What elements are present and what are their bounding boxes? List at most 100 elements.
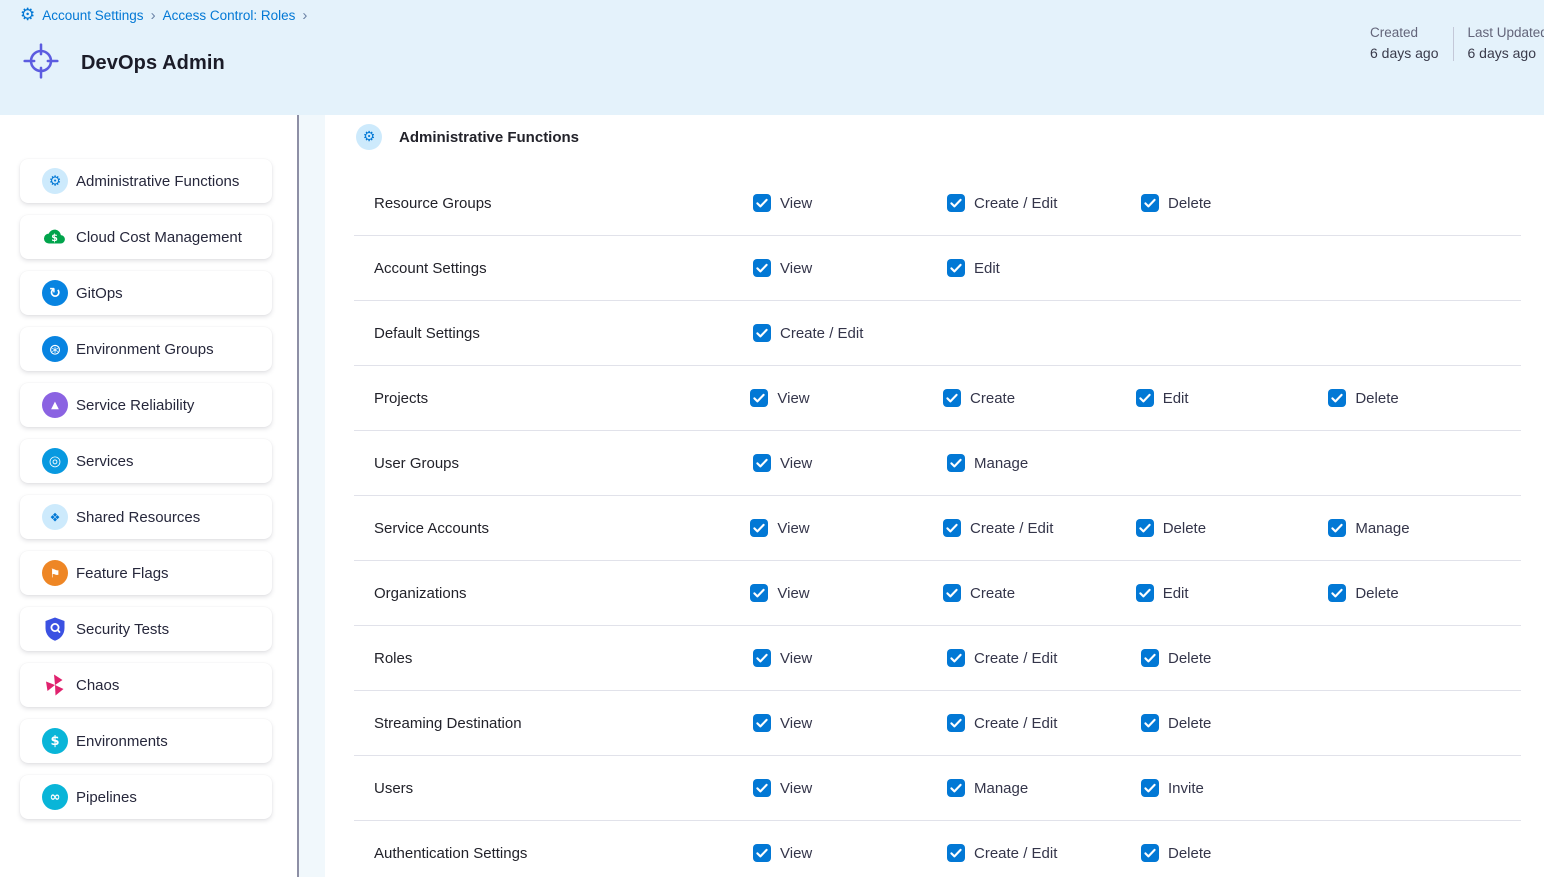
sidebar-item-service-reliability[interactable]: ▲ Service Reliability <box>20 383 272 427</box>
svg-text:⊛: ⊛ <box>49 341 62 359</box>
checkbox-user-groups-view[interactable] <box>753 454 771 472</box>
permissions-table: Resource Groups View Create / Edit Delet… <box>354 171 1521 877</box>
svg-text:▲: ▲ <box>51 400 59 411</box>
services-icon: ◎ <box>42 448 68 474</box>
checkbox-account-settings-view[interactable] <box>753 259 771 277</box>
checkbox-resource-groups-delete[interactable] <box>1141 194 1159 212</box>
permission-label: View <box>777 390 809 407</box>
checkbox-authentication-settings-view[interactable] <box>753 844 771 862</box>
permission-label: Delete <box>1168 650 1211 667</box>
svg-text:⚙: ⚙ <box>49 174 62 190</box>
permission-label: Edit <box>1163 390 1189 407</box>
permission-row-user-groups: User Groups View Manage <box>354 431 1521 496</box>
resource-name: Account Settings <box>354 260 753 277</box>
permission-label: Create / Edit <box>974 715 1057 732</box>
checkbox-organizations-delete[interactable] <box>1328 584 1346 602</box>
permission-cell: View <box>750 519 943 537</box>
permission-label: View <box>780 650 812 667</box>
sidebar-item-administrative-functions[interactable]: ⚙ Administrative Functions <box>20 159 272 203</box>
checkbox-authentication-settings-delete[interactable] <box>1141 844 1159 862</box>
breadcrumb: ⚙ Account Settings›Access Control: Roles… <box>20 7 307 24</box>
sidebar-item-feature-flags[interactable]: ⚑ Feature Flags <box>20 551 272 595</box>
checkbox-user-groups-manage[interactable] <box>947 454 965 472</box>
breadcrumb-separator: › <box>151 8 156 23</box>
checkbox-authentication-settings-create-edit[interactable] <box>947 844 965 862</box>
svg-text:↻: ↻ <box>49 286 61 302</box>
svg-text:❖: ❖ <box>50 511 61 525</box>
permission-cell: Delete <box>1136 519 1329 537</box>
breadcrumb-link-access-control-roles[interactable]: Access Control: Roles <box>163 8 296 23</box>
pipelines-icon: ∞ <box>42 784 68 810</box>
sidebar-item-security-tests[interactable]: Security Tests <box>20 607 272 651</box>
shared-resources-icon: ❖ <box>42 504 68 530</box>
permission-cell: Delete <box>1141 844 1335 862</box>
checkbox-resource-groups-create-edit[interactable] <box>947 194 965 212</box>
checkbox-users-invite[interactable] <box>1141 779 1159 797</box>
checkbox-streaming-destination-delete[interactable] <box>1141 714 1159 732</box>
permission-cell: Delete <box>1328 389 1521 407</box>
feature-flags-icon: ⚑ <box>42 560 68 586</box>
permission-cell: View <box>753 649 947 667</box>
checkbox-default-settings-create-edit[interactable] <box>753 324 771 342</box>
permission-cell: Edit <box>1136 584 1329 602</box>
resource-name: Authentication Settings <box>354 845 753 862</box>
sidebar-item-shared-resources[interactable]: ❖ Shared Resources <box>20 495 272 539</box>
checkbox-projects-delete[interactable] <box>1328 389 1346 407</box>
checkbox-service-accounts-view[interactable] <box>750 519 768 537</box>
section-title: Administrative Functions <box>399 129 579 146</box>
sidebar-item-environments[interactable]: $ Environments <box>20 719 272 763</box>
checkbox-service-accounts-manage[interactable] <box>1328 519 1346 537</box>
checkbox-streaming-destination-create-edit[interactable] <box>947 714 965 732</box>
page-header: ⚙ Account Settings›Access Control: Roles… <box>0 0 1544 115</box>
checkbox-account-settings-edit[interactable] <box>947 259 965 277</box>
section-header: ⚙ Administrative Functions <box>356 124 579 150</box>
permission-cell: Create / Edit <box>947 714 1141 732</box>
resource-name: Roles <box>354 650 753 667</box>
checkbox-projects-view[interactable] <box>750 389 768 407</box>
chaos-icon <box>42 672 68 698</box>
permission-label: View <box>780 780 812 797</box>
sidebar-item-services[interactable]: ◎ Services <box>20 439 272 483</box>
checkbox-users-view[interactable] <box>753 779 771 797</box>
permission-label: Create <box>970 585 1015 602</box>
sidebar-item-chaos[interactable]: Chaos <box>20 663 272 707</box>
meta-created: Created6 days ago <box>1370 25 1439 61</box>
checkbox-resource-groups-view[interactable] <box>753 194 771 212</box>
permission-label: View <box>780 455 812 472</box>
breadcrumb-link-account-settings[interactable]: Account Settings <box>42 8 143 23</box>
checkbox-projects-create[interactable] <box>943 389 961 407</box>
sidebar-item-gitops[interactable]: ↻ GitOps <box>20 271 272 315</box>
checkbox-streaming-destination-view[interactable] <box>753 714 771 732</box>
checkbox-service-accounts-delete[interactable] <box>1136 519 1154 537</box>
resource-name: Organizations <box>354 585 750 602</box>
svg-text:∞: ∞ <box>50 790 61 805</box>
sidebar-item-pipelines[interactable]: ∞ Pipelines <box>20 775 272 819</box>
permission-label: Manage <box>974 455 1028 472</box>
checkbox-projects-edit[interactable] <box>1136 389 1154 407</box>
permission-cell: View <box>753 454 947 472</box>
permission-cell: Edit <box>1136 389 1329 407</box>
target-crosshair-icon <box>21 41 61 86</box>
checkbox-service-accounts-create-edit[interactable] <box>943 519 961 537</box>
checkbox-organizations-edit[interactable] <box>1136 584 1154 602</box>
sidebar-item-environment-groups[interactable]: ⊛ Environment Groups <box>20 327 272 371</box>
checkbox-roles-view[interactable] <box>753 649 771 667</box>
checkbox-users-manage[interactable] <box>947 779 965 797</box>
permission-cell: View <box>753 844 947 862</box>
permission-cell: View <box>753 779 947 797</box>
checkbox-organizations-create[interactable] <box>943 584 961 602</box>
permission-cell: Create / Edit <box>947 194 1141 212</box>
permission-cell: Create / Edit <box>943 519 1136 537</box>
permission-label: Delete <box>1168 845 1211 862</box>
svg-text:$: $ <box>50 734 59 749</box>
checkbox-organizations-view[interactable] <box>750 584 768 602</box>
permission-label: Create / Edit <box>970 520 1053 537</box>
sidebar-item-cloud-cost-management[interactable]: $ Cloud Cost Management <box>20 215 272 259</box>
svg-text:◎: ◎ <box>49 454 61 470</box>
checkbox-roles-delete[interactable] <box>1141 649 1159 667</box>
resource-name: Users <box>354 780 753 797</box>
checkbox-roles-create-edit[interactable] <box>947 649 965 667</box>
permission-label: Invite <box>1168 780 1204 797</box>
gear-icon: ⚙ <box>42 168 68 194</box>
permission-label: Manage <box>974 780 1028 797</box>
